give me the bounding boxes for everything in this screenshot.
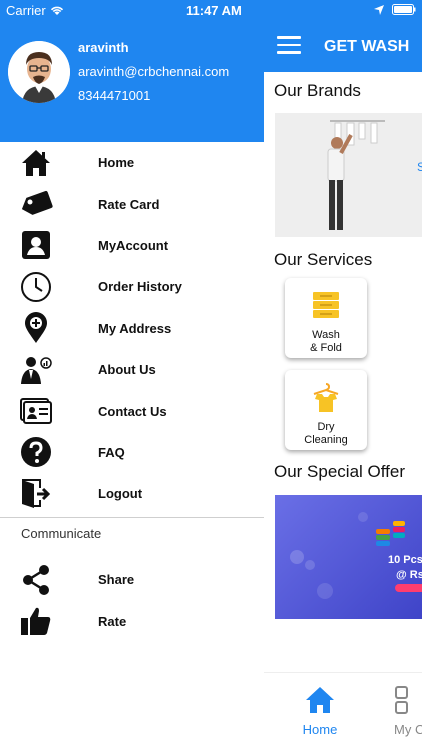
home-icon	[306, 687, 334, 713]
menu-item-home[interactable]: Home	[0, 142, 264, 183]
service-label: Dry Cleaning	[304, 421, 348, 446]
communicate-menu: Share Rate	[0, 559, 264, 642]
clock-icon	[18, 269, 54, 305]
menu-item-rate-card[interactable]: Rate Card	[0, 183, 264, 224]
tag-icon	[18, 186, 54, 222]
about-person-icon	[18, 352, 54, 388]
home-icon	[18, 145, 54, 181]
svg-text:S: S	[417, 160, 422, 174]
menu-label: Order History	[98, 279, 182, 295]
location-pin-icon	[18, 310, 54, 346]
menu-label: My Address	[98, 320, 172, 336]
menu-divider	[0, 517, 264, 518]
special-offer-banner[interactable]: 10 Pcs F @ Rs.	[275, 495, 422, 619]
menu-label: Rate Card	[98, 196, 160, 212]
hamburger-menu-icon[interactable]	[277, 36, 301, 54]
menu-label: About Us	[98, 362, 156, 378]
carrier-label: Carrier	[6, 3, 46, 18]
offer-text-line1: 10 Pcs F	[388, 554, 422, 566]
drawer-menu: Home Rate Card MyAccount Order History M…	[0, 142, 264, 515]
location-arrow-icon	[374, 4, 384, 15]
services-title: Our Services	[274, 250, 373, 269]
navigation-drawer: Carrier 11:47 AM aravinth aravinth@crbch…	[0, 0, 264, 750]
profile-name: aravinth	[78, 40, 129, 55]
status-carrier: Carrier	[6, 3, 64, 18]
menu-item-logout[interactable]: Logout	[0, 473, 264, 514]
menu-label: MyAccount	[98, 237, 169, 253]
menu-item-my-address[interactable]: My Address	[0, 308, 264, 349]
drawer-header: Carrier 11:47 AM aravinth aravinth@crbch…	[0, 0, 264, 142]
bottom-nav-my-c[interactable]: My C	[394, 685, 422, 737]
bottom-nav-home-label: Home	[302, 722, 338, 737]
logout-icon	[18, 476, 54, 512]
menu-item-about-us[interactable]: About Us	[0, 349, 264, 390]
profile-phone: 8344471001	[78, 88, 151, 103]
menu-item-my-account[interactable]: MyAccount	[0, 225, 264, 266]
avatar[interactable]	[8, 41, 70, 103]
menu-label: Home	[98, 155, 135, 171]
bottom-nav-my-c-label: My C	[394, 722, 422, 737]
special-offer-title: Our Special Offer	[274, 462, 406, 481]
status-right	[374, 4, 416, 15]
folded-clothes-icon	[313, 292, 339, 318]
bottom-navigation: Home My C	[264, 672, 422, 750]
question-icon	[18, 434, 54, 470]
brand-banner-image[interactable]: S	[275, 113, 422, 237]
battery-icon	[392, 4, 416, 15]
share-icon	[18, 562, 54, 598]
service-label: Wash & Fold	[310, 329, 342, 354]
menu-item-rate[interactable]: Rate	[0, 600, 264, 641]
status-time: 11:47 AM	[186, 3, 242, 18]
menu-item-faq[interactable]: FAQ	[0, 432, 264, 473]
hanger-shirt-icon	[313, 383, 339, 412]
bottom-nav-home[interactable]: Home	[290, 685, 350, 737]
menu-item-share[interactable]: Share	[0, 559, 264, 600]
menu-label: Logout	[98, 486, 143, 502]
thumbs-up-icon	[18, 603, 54, 639]
offer-text-line2: @ Rs.	[396, 569, 422, 581]
main-content: GET WASH Our Brands S Our Services Wash	[264, 0, 422, 750]
app-title: GET WASH	[324, 38, 410, 55]
menu-item-contact-us[interactable]: Contact Us	[0, 390, 264, 431]
grid-icon	[395, 686, 408, 714]
account-icon	[18, 227, 54, 263]
menu-label: Contact Us	[98, 403, 167, 419]
menu-item-order-history[interactable]: Order History	[0, 266, 264, 307]
menu-label: Share	[98, 572, 135, 588]
service-card-dry-cleaning[interactable]: Dry Cleaning	[285, 370, 367, 450]
app-header: GET WASH	[264, 0, 422, 72]
brands-title: Our Brands	[274, 81, 361, 100]
profile-email: aravinth@crbchennai.com	[78, 64, 230, 79]
communicate-heading: Communicate	[21, 526, 102, 541]
menu-label: FAQ	[98, 444, 125, 460]
menu-label: Rate	[98, 613, 127, 629]
wifi-icon	[50, 6, 63, 15]
service-card-wash-fold[interactable]: Wash & Fold	[285, 278, 367, 358]
contact-card-icon	[18, 393, 54, 429]
